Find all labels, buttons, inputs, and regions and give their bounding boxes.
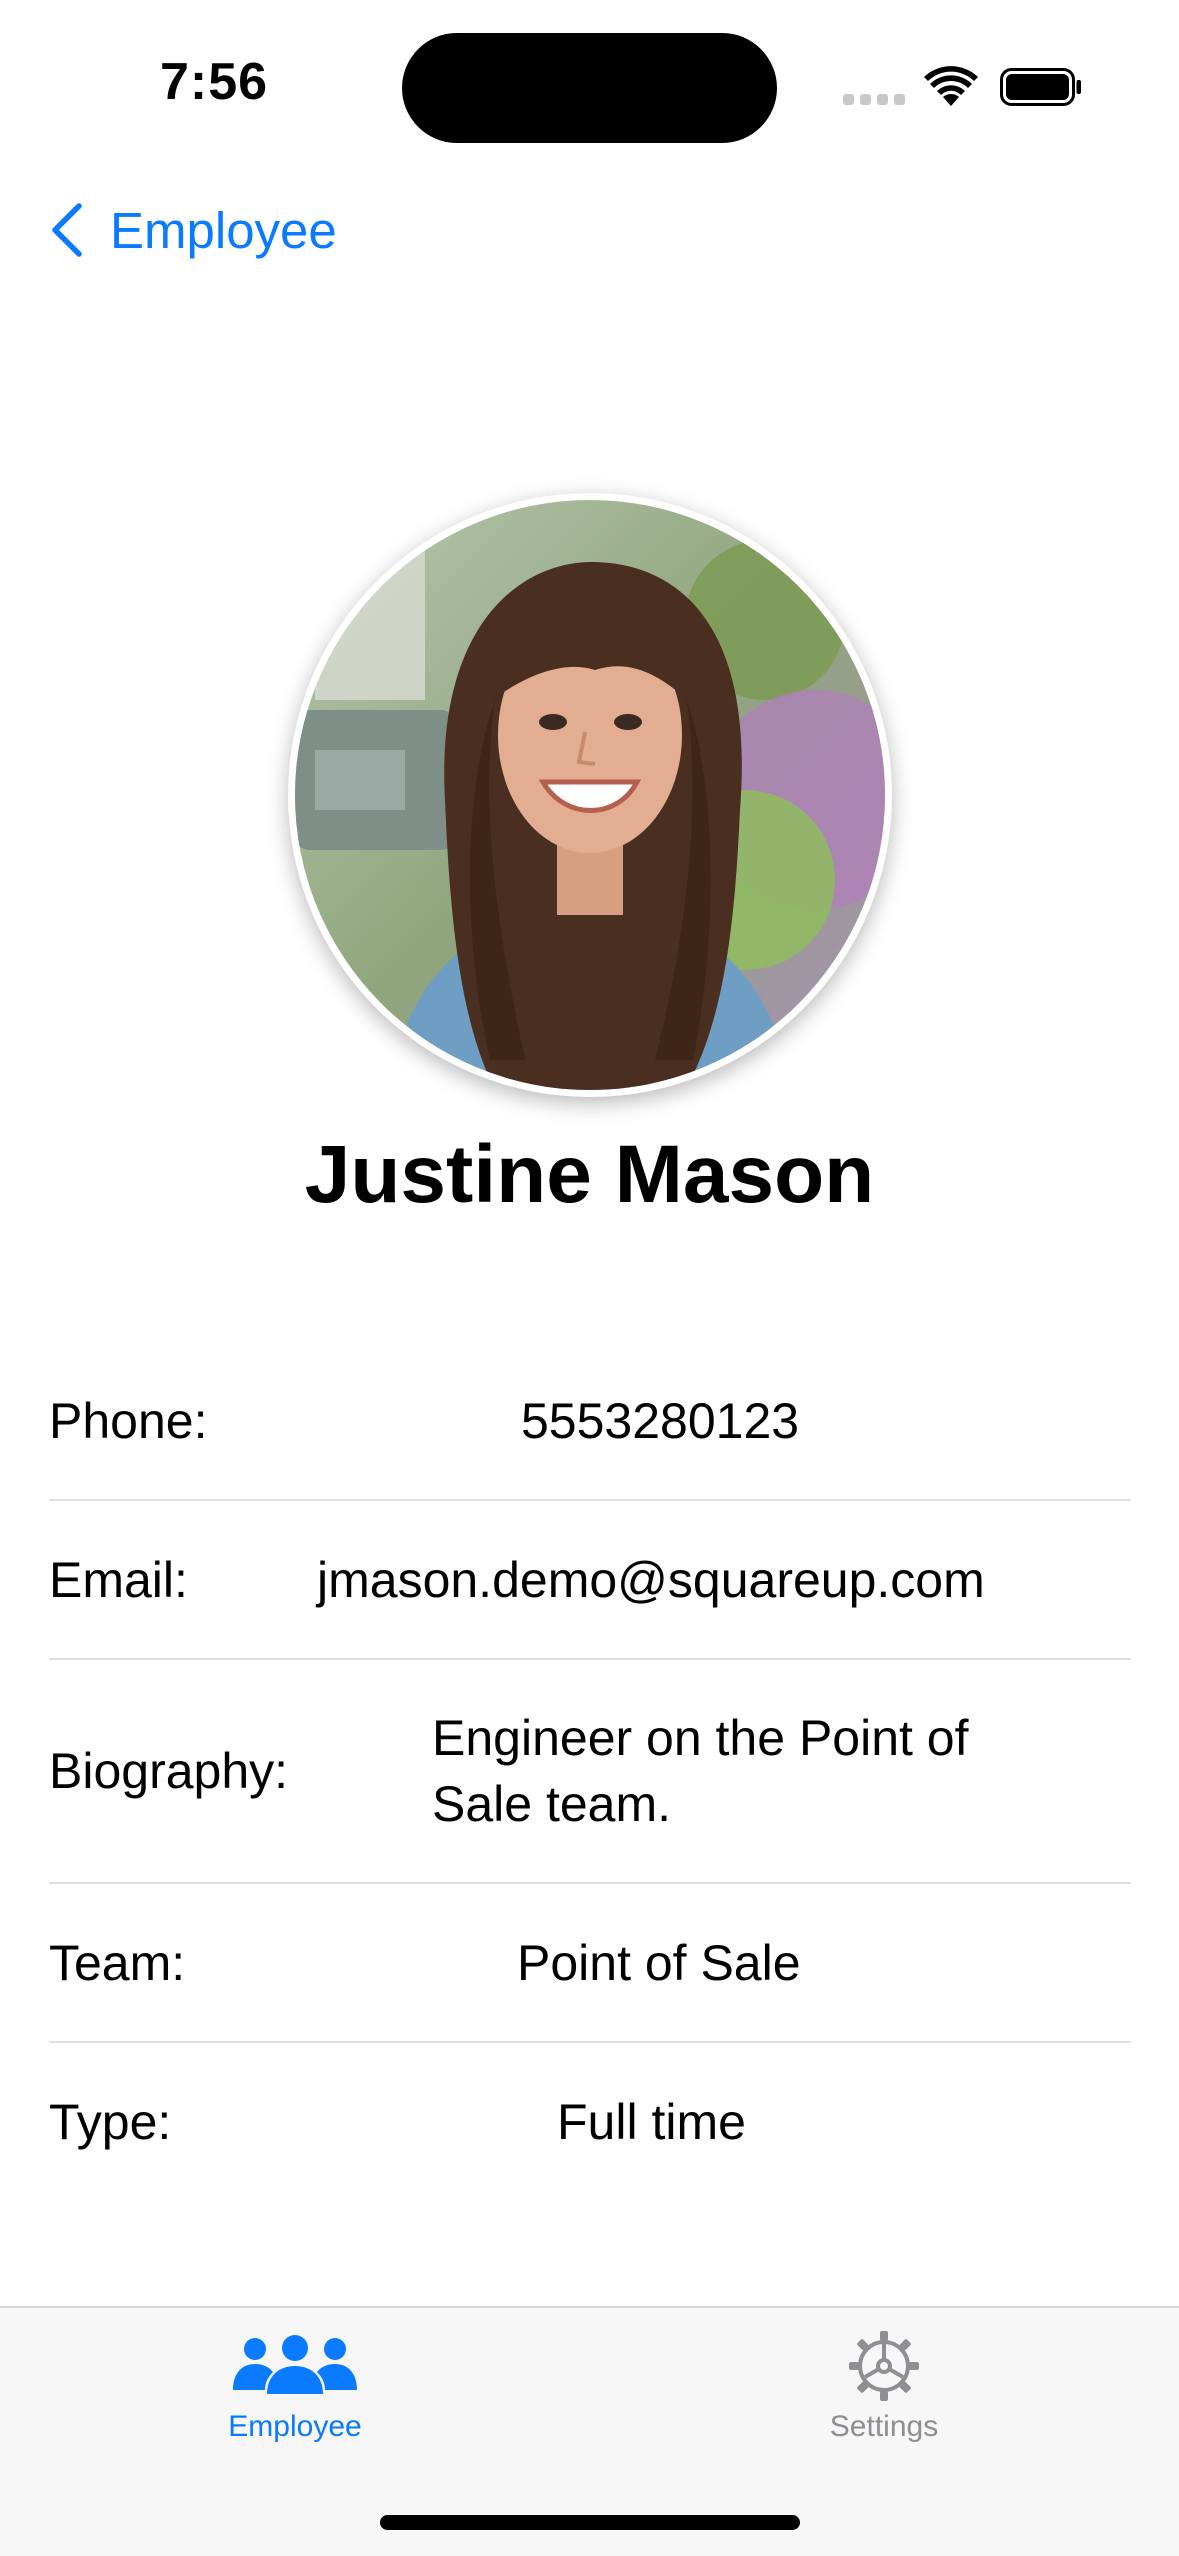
phone-label: Phone: xyxy=(49,1392,208,1449)
back-button-label: Employee xyxy=(110,201,337,259)
biography-line-1: Engineer on the Point of xyxy=(432,1710,969,1766)
email-value: jmason.demo@squareup.com xyxy=(317,1551,985,1608)
tab-settings[interactable]: Settings xyxy=(589,2308,1179,2458)
type-label: Type: xyxy=(49,2093,172,2150)
employee-name: Justine Mason xyxy=(304,1129,875,1220)
employee-details-list: Phone: 5553280123 Email: jmason.demo@squ… xyxy=(49,1342,1131,2200)
biography-line-2: Sale team. xyxy=(432,1776,672,1832)
detail-row-type: Type: Full time xyxy=(49,2043,1131,2200)
employee-photo xyxy=(295,500,885,1090)
phone-value: 5553280123 xyxy=(521,1392,800,1449)
tab-employee[interactable]: Employee xyxy=(0,2308,590,2458)
type-value: Full time xyxy=(557,2093,746,2150)
portrait-illustration xyxy=(295,500,885,1090)
battery-icon xyxy=(1000,68,1081,106)
biography-label: Biography: xyxy=(49,1743,289,1799)
status-time: 7:56 xyxy=(160,53,269,111)
detail-row-team: Team: Point of Sale xyxy=(49,1884,1131,2043)
detail-row-biography: Biography: Engineer on the Point of Sale… xyxy=(49,1660,1131,1884)
team-value: Point of Sale xyxy=(517,1934,801,1991)
cellular-signal-icon xyxy=(843,94,905,105)
back-button[interactable]: Employee xyxy=(48,195,337,265)
home-indicator xyxy=(380,2515,800,2530)
tab-settings-label: Settings xyxy=(829,2410,939,2443)
detail-row-email: Email: jmason.demo@squareup.com xyxy=(49,1501,1131,1660)
wifi-icon xyxy=(924,66,978,106)
chevron-left-icon xyxy=(52,203,82,257)
email-label: Email: xyxy=(49,1551,188,1608)
tab-employee-label: Employee xyxy=(228,2410,362,2443)
people-icon xyxy=(233,2335,357,2394)
avatar xyxy=(288,493,892,1097)
dynamic-island xyxy=(402,33,777,143)
gear-icon xyxy=(849,2331,919,2401)
team-label: Team: xyxy=(49,1934,186,1991)
biography-value: Engineer on the Point of Sale team. xyxy=(432,1705,969,1837)
detail-row-phone: Phone: 5553280123 xyxy=(49,1342,1131,1501)
employee-detail-screen: 7:56 Employee Justine Mason Phone: 55532… xyxy=(0,0,1179,2556)
